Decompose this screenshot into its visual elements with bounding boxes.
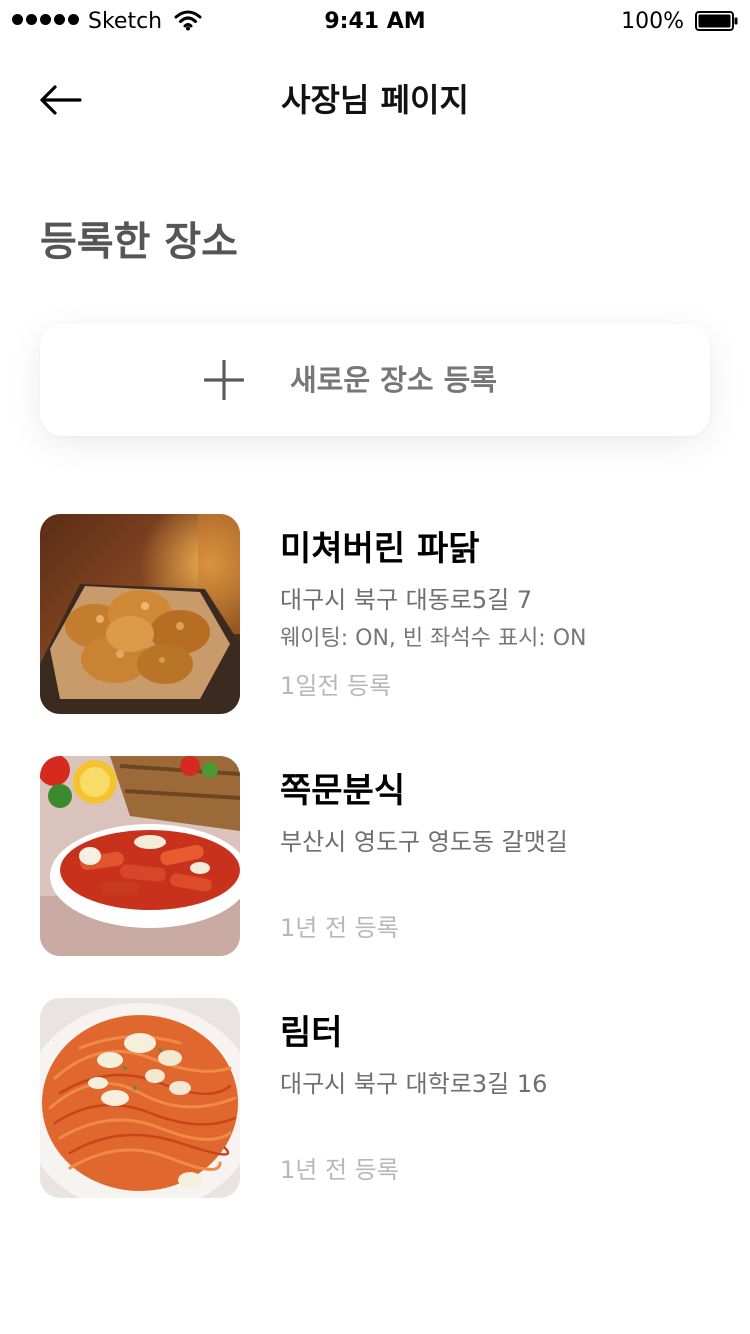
battery-icon bbox=[695, 11, 738, 31]
place-name: 림터 bbox=[280, 1013, 343, 1053]
place-settings: 웨이팅: ON, 빈 좌석수 표시: ON bbox=[280, 626, 587, 651]
tteokbokki-photo bbox=[40, 756, 240, 956]
spaghetti-photo bbox=[40, 998, 240, 1198]
section-title: 등록한 장소 bbox=[40, 219, 238, 265]
place-registered-date: 1년 전 등록 bbox=[280, 914, 399, 942]
battery-percent: 100% bbox=[621, 9, 684, 34]
place-registered-date: 1년 전 등록 bbox=[280, 1156, 399, 1184]
place-name: 미쳐버린 파닭 bbox=[280, 529, 480, 569]
add-place-label: 새로운 장소 등록 bbox=[290, 363, 497, 397]
place-registered-date: 1일전 등록 bbox=[280, 672, 392, 700]
place-item[interactable]: 쪽문분식 부산시 영도구 영도동 갈맷길 1년 전 등록 bbox=[40, 756, 710, 956]
add-place-button[interactable]: 새로운 장소 등록 bbox=[40, 324, 710, 436]
place-name: 쪽문분식 bbox=[280, 771, 406, 811]
place-address: 부산시 영도구 영도동 갈맷길 bbox=[280, 828, 568, 856]
place-address: 대구시 북구 대동로5길 7 bbox=[280, 586, 533, 614]
place-item[interactable]: 림터 대구시 북구 대학로3길 16 1년 전 등록 bbox=[40, 998, 710, 1198]
place-address: 대구시 북구 대학로3길 16 bbox=[280, 1070, 548, 1098]
status-bar: Sketch 9:41 AM 100% bbox=[0, 0, 750, 42]
navigation-bar: 사장님 페이지 bbox=[0, 60, 750, 140]
page-title: 사장님 페이지 bbox=[281, 81, 469, 119]
fried-chicken-photo bbox=[40, 514, 240, 714]
plus-icon bbox=[204, 360, 244, 400]
place-item[interactable]: 미쳐버린 파닭 대구시 북구 대동로5길 7 웨이팅: ON, 빈 좌석수 표시… bbox=[40, 514, 710, 714]
